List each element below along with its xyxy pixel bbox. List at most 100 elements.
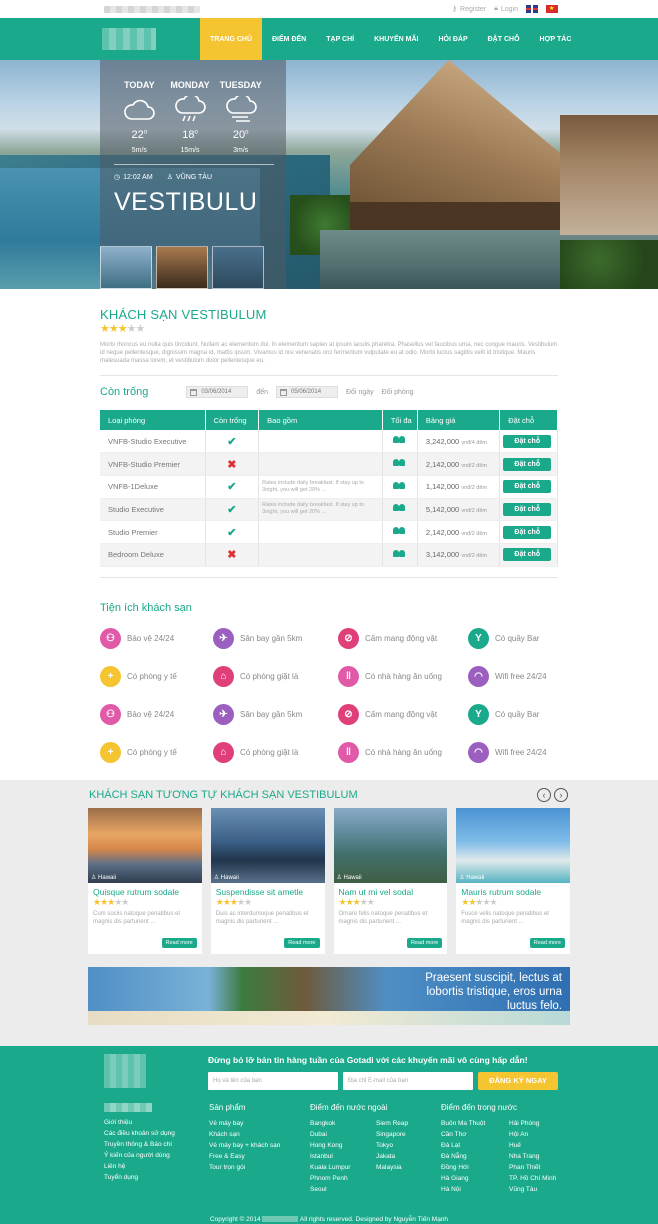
footer-link[interactable]: Ý kiến của người dùng [104, 1150, 209, 1161]
change-date-link[interactable]: Đổi ngày [346, 389, 374, 396]
footer-link[interactable]: Tokyo [376, 1140, 408, 1151]
change-room-link[interactable]: Đổi phòng [382, 389, 414, 396]
prev-arrow-icon[interactable]: ‹ [537, 787, 551, 802]
name-input[interactable]: Họ và tên của bạn [208, 1071, 338, 1090]
read-more-button[interactable]: Read more [529, 937, 565, 948]
footer-link[interactable]: Phan Thiết [509, 1162, 556, 1173]
table-header-6: Đặt chỗ [499, 410, 558, 430]
book-button[interactable]: Đặt chỗ [503, 480, 552, 494]
hotel-name: KHÁCH SẠN VESTIBULUM [100, 307, 267, 322]
thumbnail-3[interactable] [212, 246, 264, 289]
footer-link[interactable]: Jakata [376, 1151, 408, 1162]
hotel-card-rating: ★★★★★ [461, 896, 497, 907]
nav-item-3[interactable]: TẠP CHÍ [316, 18, 364, 60]
hotel-card-desc: Ornare felis natoque penatibus et magnis… [338, 910, 428, 925]
nav-item-6[interactable]: ĐẶT CHỖ [478, 18, 530, 60]
flag-en-icon[interactable] [526, 5, 538, 13]
site-logo[interactable] [102, 28, 156, 50]
nav-item-5[interactable]: HỎI ĐÁP [428, 18, 477, 60]
price-cell: 2,142,000 vnđ/2 đêm [417, 452, 501, 476]
footer-link[interactable]: Bangkok [310, 1118, 356, 1129]
hotel-card-image[interactable]: ♙ Hawaii [333, 807, 448, 883]
footer-link[interactable]: Tour trọn gói [209, 1162, 310, 1173]
nav-item-4[interactable]: KHUYẾN MÃI [364, 18, 428, 60]
footer-link[interactable]: Istanbul [310, 1151, 356, 1162]
footer-link[interactable]: Các điều khoản sử dụng [104, 1128, 209, 1139]
footer-link[interactable]: Khách sạn [209, 1129, 310, 1140]
promo-banner[interactable]: Praesent suscipit, lectus at lobortis tr… [88, 966, 570, 1025]
register-link[interactable]: ⚷ Register [452, 5, 486, 14]
weather-day-2: MONDAY 18o 15m/s [165, 80, 216, 154]
footer-link[interactable]: Vé máy bay + khách sạn [209, 1140, 310, 1151]
footer-link[interactable]: Dubai [310, 1129, 356, 1140]
hotel-card[interactable]: ♙ Hawaii Suspendisse sit ametle ★★★★★ Duis … [210, 807, 325, 954]
subscribe-button[interactable]: ĐĂNG KÝ NGAY [478, 1071, 558, 1090]
amenity-label: Có phòng giặt là [240, 748, 299, 758]
login-link[interactable]: 🔒︎ Login [494, 5, 518, 13]
footer-link[interactable]: Singapore [376, 1129, 408, 1140]
footer-link[interactable]: Cần Thơ [441, 1129, 489, 1140]
nav-item-1[interactable]: TRANG CHỦ [200, 18, 262, 60]
book-button[interactable]: Đặt chỗ [503, 457, 552, 471]
hotel-card-image[interactable]: ♙ Hawaii [456, 807, 570, 883]
footer-link[interactable]: Vũng Tàu [509, 1184, 556, 1195]
next-arrow-icon[interactable]: › [554, 787, 568, 802]
footer-link[interactable]: Hải Phòng [509, 1118, 556, 1129]
read-more-button[interactable]: Read more [161, 937, 197, 948]
hotel-card-image[interactable]: ♙ Hawaii [210, 807, 325, 883]
guard-icon: ⚇ [100, 628, 121, 650]
read-more-button[interactable]: Read more [407, 937, 443, 948]
availability-cell: ✔ [205, 520, 260, 544]
hotel-card-title[interactable]: Nam ut mi vel sodal [339, 887, 448, 897]
footer-link[interactable]: Tuyển dụng [104, 1172, 209, 1183]
footer-link[interactable]: Đồng Hới [441, 1162, 489, 1173]
book-button[interactable]: Đặt chỗ [503, 525, 552, 539]
hanger-icon: ⌂ [213, 666, 234, 688]
footer-link[interactable]: Đà Lạt [441, 1140, 489, 1151]
footer-link[interactable]: Buôn Ma Thuột [441, 1118, 489, 1129]
thumbnail-1[interactable] [100, 246, 152, 289]
hotel-card-image[interactable]: ♙ Hawaii [88, 807, 202, 883]
footer-link[interactable]: TP. Hồ Chí Minh [509, 1173, 556, 1184]
nav-item-7[interactable]: HỢP TÁC [530, 18, 582, 60]
hotel-card-title[interactable]: Quisque rutrum sodale [93, 887, 202, 897]
read-more-button[interactable]: Read more [284, 937, 320, 948]
email-input[interactable]: Địa chỉ E-mail của bạn [343, 1071, 473, 1090]
nav-item-2[interactable]: ĐIỂM ĐẾN [262, 18, 316, 60]
footer-link[interactable]: Seoul [310, 1184, 356, 1195]
hotel-card[interactable]: ♙ Hawaii Mauris rutrum sodale ★★★★★ Fusce v… [456, 807, 570, 954]
footer-link[interactable]: Phnom Penh [310, 1173, 356, 1184]
book-button[interactable]: Đặt chỗ [503, 548, 552, 562]
hotel-card-title[interactable]: Mauris rutrum sodale [461, 887, 570, 897]
thumbnail-2[interactable] [156, 246, 208, 289]
footer-link[interactable]: Huế [509, 1140, 556, 1151]
footer-link[interactable]: Giới thiệu [104, 1117, 209, 1128]
max-guests-cell [382, 475, 418, 499]
footer-link[interactable]: Siem Reap [376, 1118, 408, 1129]
footer-link[interactable]: Nha Trang [509, 1151, 556, 1162]
max-guests-cell [382, 430, 418, 454]
footer-link[interactable]: Hong Kong [310, 1140, 356, 1151]
book-button[interactable]: Đặt chỗ [503, 434, 552, 448]
footer-link[interactable]: Kuala Lumpur [310, 1162, 356, 1173]
hotel-card-title[interactable]: Suspendisse sit ametle [216, 887, 325, 897]
availability-cell: ✖ [205, 452, 260, 476]
footer-link[interactable]: Truyền thông & Báo chí [104, 1139, 209, 1150]
footer-link[interactable]: Vé máy bay [209, 1118, 310, 1129]
footer-link[interactable]: Đà Nẵng [441, 1151, 489, 1162]
footer-link[interactable]: Hà Nội [441, 1184, 489, 1195]
book-cell: Đặt chỗ [499, 498, 558, 522]
hotel-card[interactable]: ♙ Hawaii Quisque rutrum sodale ★★★★★ Cum so… [88, 807, 202, 954]
amenity-item: ⊘ Cấm mang động vật [338, 704, 468, 726]
checkin-date[interactable]: 03/06/2014 [186, 386, 249, 398]
checkout-date[interactable]: 05/06/2014 [276, 386, 338, 398]
book-button[interactable]: Đặt chỗ [503, 502, 552, 516]
footer-link[interactable]: Liên hệ [104, 1161, 209, 1172]
footer-link[interactable]: Hà Giang [441, 1173, 489, 1184]
footer-link[interactable]: Malaysia [376, 1162, 408, 1173]
cloud-icon [114, 95, 165, 125]
hotel-card[interactable]: ♙ Hawaii Nam ut mi vel sodal ★★★★★ Ornare f… [333, 807, 448, 954]
footer-link[interactable]: Free & Easy [209, 1151, 310, 1162]
flag-vn-icon[interactable] [546, 5, 558, 13]
footer-link[interactable]: Hội An [509, 1129, 556, 1140]
